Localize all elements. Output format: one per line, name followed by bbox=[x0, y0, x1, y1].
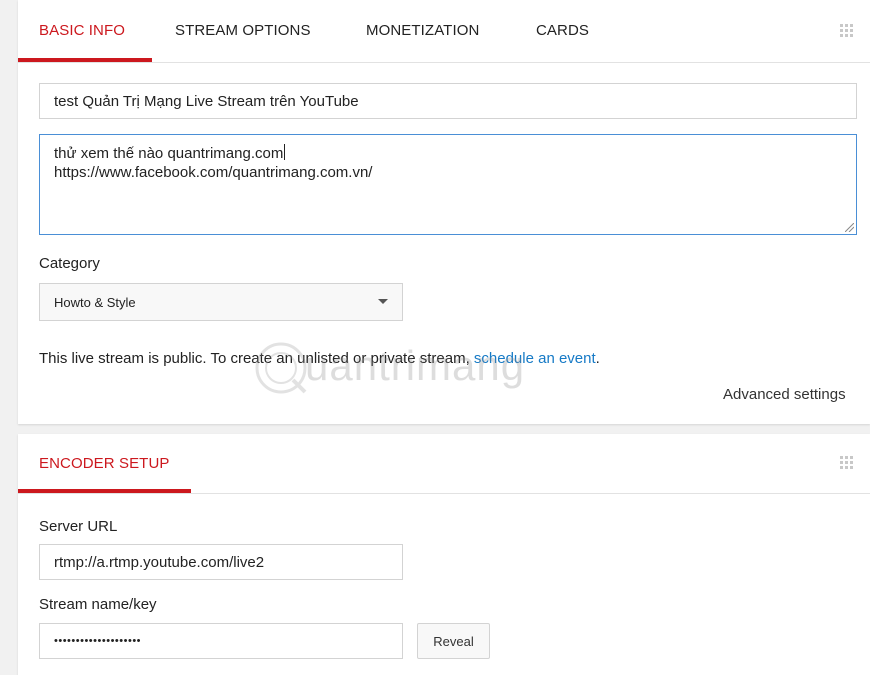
tab-monetization[interactable]: MONETIZATION bbox=[366, 22, 479, 39]
tab-stream-options[interactable]: STREAM OPTIONS bbox=[175, 22, 311, 39]
server-url-field[interactable]: rtmp://a.rtmp.youtube.com/live2 bbox=[39, 544, 403, 580]
active-tab-underline bbox=[18, 58, 152, 62]
title-input[interactable]: test Quản Trị Mạng Live Stream trên YouT… bbox=[39, 83, 857, 119]
tab-basic-info[interactable]: BASIC INFO bbox=[39, 22, 125, 39]
basic-tabs-bar: BASIC INFO STREAM OPTIONS MONETIZATION C… bbox=[18, 0, 870, 63]
basic-info-card: BASIC INFO STREAM OPTIONS MONETIZATION C… bbox=[18, 0, 870, 424]
privacy-note: This live stream is public. To create an… bbox=[39, 350, 600, 367]
tab-encoder-setup[interactable]: ENCODER SETUP bbox=[39, 455, 170, 472]
stream-key-field[interactable]: •••••••••••••••••••• bbox=[39, 623, 403, 659]
title-input-value: test Quản Trị Mạng Live Stream trên YouT… bbox=[54, 92, 359, 110]
advanced-settings-link[interactable]: Advanced settings bbox=[723, 386, 846, 403]
category-label: Category bbox=[39, 255, 100, 272]
server-url-value: rtmp://a.rtmp.youtube.com/live2 bbox=[54, 553, 265, 571]
category-select[interactable]: Howto & Style bbox=[39, 283, 403, 321]
category-selected-value: Howto & Style bbox=[54, 294, 136, 310]
text-caret bbox=[284, 144, 286, 160]
encoder-tabs-bar: ENCODER SETUP bbox=[18, 434, 870, 494]
reveal-button[interactable]: Reveal bbox=[417, 623, 490, 659]
drag-handle-icon[interactable] bbox=[840, 456, 856, 472]
resize-grip-icon[interactable] bbox=[845, 223, 854, 232]
stream-key-masked-value: •••••••••••••••••••• bbox=[54, 635, 142, 647]
active-tab-underline bbox=[18, 489, 191, 493]
encoder-setup-card: ENCODER SETUP Server URL rtmp://a.rtmp.y… bbox=[18, 434, 870, 675]
dropdown-arrow-icon bbox=[378, 299, 388, 304]
tab-cards[interactable]: CARDS bbox=[536, 22, 589, 39]
stream-key-label: Stream name/key bbox=[39, 596, 157, 613]
description-textarea[interactable]: thử xem thế nào quantrimang.com https://… bbox=[39, 134, 857, 235]
drag-handle-icon[interactable] bbox=[840, 24, 856, 40]
schedule-event-link[interactable]: schedule an event bbox=[474, 350, 596, 367]
server-url-label: Server URL bbox=[39, 518, 118, 535]
description-line-1: thử xem thế nào quantrimang.com bbox=[54, 144, 286, 162]
description-line-2: https://www.facebook.com/quantrimang.com… bbox=[54, 164, 373, 181]
